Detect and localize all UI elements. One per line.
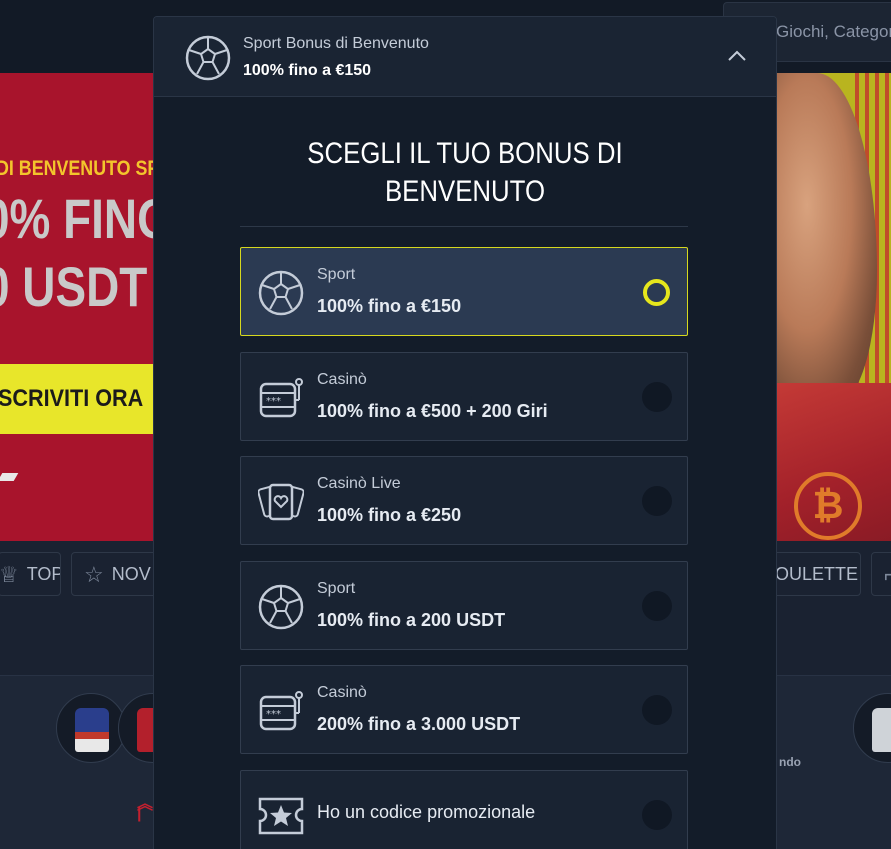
option-radio[interactable] (642, 486, 672, 516)
trending-arrow-icon: ︽ | (137, 796, 154, 822)
option-radio[interactable] (642, 382, 672, 412)
bonus-dropdown-header[interactable]: Sport Bonus di Benvenuto 100% fino a €15… (154, 17, 776, 97)
banner-decoration (0, 473, 19, 481)
option-category: Casinò (317, 371, 367, 388)
promo-banner-image[interactable]: ₿ (777, 73, 891, 541)
option-label: Ho un codice promozionale (317, 802, 536, 822)
playing-cards-icon (258, 483, 304, 521)
modal-title-line-1: SCEGLI IL TUO BONUS DI (307, 137, 623, 170)
category-new[interactable]: ☆ NOV (71, 552, 161, 596)
promo-banner[interactable]: DI BENVENUTO SP 0% FINO 0 USDT SCRIVITI … (0, 73, 155, 541)
bonus-option-promo-code[interactable]: Ho un codice promozionale (240, 770, 688, 849)
option-category: Sport (317, 266, 356, 283)
star-icon: ☆ (84, 562, 104, 588)
option-category: Sport (317, 580, 356, 597)
option-category: Casinò (317, 684, 367, 701)
banner-subtitle: DI BENVENUTO SP (0, 157, 155, 180)
category-more[interactable]: ⌐ (871, 552, 891, 596)
category-roulette-label: OULETTE (775, 564, 859, 584)
option-radio[interactable] (642, 591, 672, 621)
svg-text:***: *** (266, 396, 281, 407)
modal-title: SCEGLI IL TUO BONUS DI BENVENUTO (198, 135, 733, 211)
football-icon (185, 35, 231, 81)
option-offer: 200% fino a 3.000 USDT (317, 714, 521, 734)
banner-headline-1: 0% FINO (0, 187, 155, 250)
crown-icon: ♕ (0, 562, 19, 588)
option-radio-selected[interactable] (643, 279, 670, 306)
category-new-label: NOV (111, 564, 151, 584)
divider (240, 226, 688, 227)
bitcoin-icon: ₿ (794, 472, 862, 540)
bonus-option-sport-usdt[interactable]: Sport 100% fino a 200 USDT (240, 561, 688, 650)
sports-label: ndo (779, 755, 801, 769)
option-offer: 100% fino a €150 (317, 296, 462, 316)
promo-ticket-icon (258, 797, 304, 835)
bonus-option-casino-usdt[interactable]: *** Casinò 200% fino a 3.000 USDT (240, 665, 688, 754)
header-bonus-amount: 100% fino a €150 (243, 62, 372, 79)
slot-machine-icon: *** (259, 378, 303, 418)
option-offer: 100% fino a €500 + 200 Giri (317, 401, 548, 421)
category-top[interactable]: ♕ TOP (0, 552, 61, 596)
football-icon (258, 584, 304, 630)
header-bonus-title: Sport Bonus di Benvenuto (243, 35, 429, 52)
option-offer: 100% fino a 200 USDT (317, 610, 506, 630)
option-offer: 100% fino a €250 (317, 505, 462, 525)
team-jersey-1[interactable] (56, 693, 126, 763)
bonus-option-casino-500[interactable]: *** Casinò 100% fino a €500 + 200 Giri (240, 352, 688, 441)
chevron-up-icon[interactable] (726, 45, 748, 67)
register-button-label: SCRIVITI ORA (0, 385, 144, 412)
slot-machine-icon: *** (259, 691, 303, 731)
option-category: Casinò Live (317, 475, 401, 492)
category-top-label: TOP (26, 564, 61, 584)
banner-headline-2: 0 USDT (0, 255, 148, 318)
register-button[interactable]: SCRIVITI ORA (0, 364, 155, 434)
welcome-bonus-modal: Sport Bonus di Benvenuto 100% fino a €15… (153, 16, 777, 849)
cards-icon: ⌐ (884, 554, 891, 595)
modal-title-line-2: BENVENUTO (384, 175, 546, 208)
bonus-option-live-casino[interactable]: Casinò Live 100% fino a €250 (240, 456, 688, 545)
option-radio[interactable] (642, 800, 672, 830)
bonus-option-sport-150[interactable]: Sport 100% fino a €150 (240, 247, 688, 336)
option-radio[interactable] (642, 695, 672, 725)
svg-text:***: *** (266, 709, 281, 720)
football-icon (258, 270, 304, 316)
